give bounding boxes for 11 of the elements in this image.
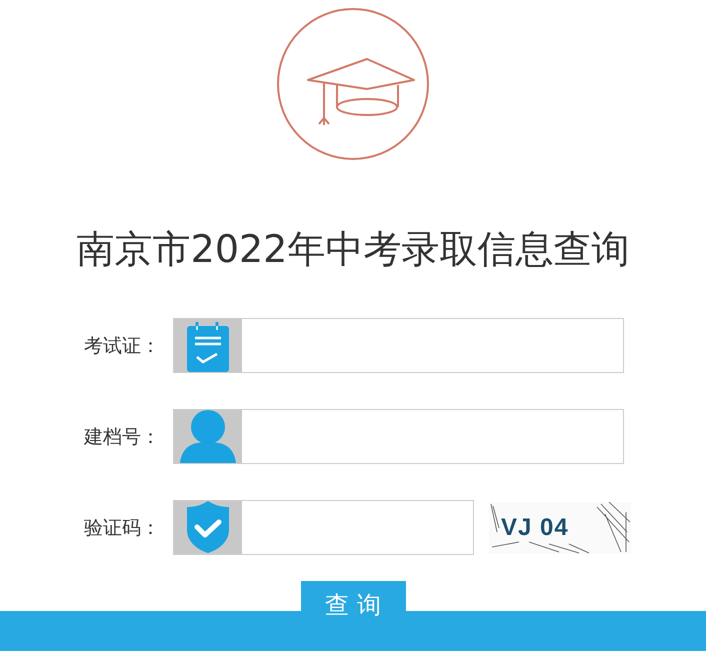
input-field[interactable] (173, 409, 624, 464)
field-label: 验证码： (83, 516, 160, 540)
shield-check-icon (186, 500, 230, 554)
user-icon (178, 409, 238, 463)
field-label: 考试证： (83, 334, 160, 358)
clipboard-check-icon (185, 320, 231, 372)
input-field[interactable] (173, 500, 474, 555)
input-field[interactable] (173, 318, 624, 373)
captcha-image[interactable]: VJ 04 (489, 502, 631, 554)
field-label: 建档号： (82, 424, 160, 450)
page-title: 南京市2022年中考录取信息查询 (76, 227, 630, 271)
